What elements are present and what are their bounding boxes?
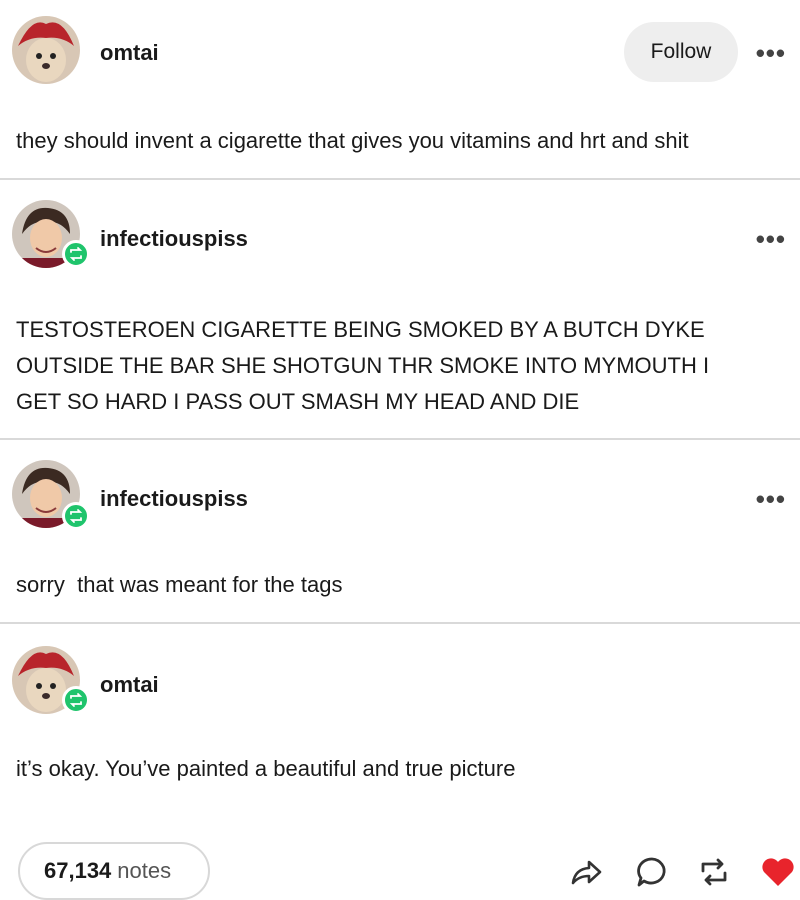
post-text: TESTOSTEROEN CIGARETTE BEING SMOKED BY A… [16,312,709,420]
reblog-badge-icon [62,240,90,268]
post-text-line: TESTOSTEROEN CIGARETTE BEING SMOKED BY A… [16,317,705,342]
username[interactable]: omtai [100,40,159,66]
username[interactable]: infectiouspiss [100,226,248,252]
post-text: it’s okay. You’ve painted a beautiful an… [16,756,516,781]
post-text-line: GET SO HARD I PASS OUT SMASH MY HEAD AND… [16,389,580,414]
more-options-icon[interactable]: ••• [756,486,786,512]
dog-avatar-icon[interactable] [12,16,80,84]
like-heart-icon[interactable] [758,852,798,892]
more-options-icon[interactable]: ••• [756,40,786,66]
notes-count: 67,134 [44,858,112,883]
reblog-badge-icon [62,686,90,714]
post-text-line: OUTSIDE THE BAR SHE SHOTGUN THR SMOKE IN… [16,353,710,378]
follow-button[interactable]: Follow [624,22,738,82]
notes-count-button[interactable]: 67,134 notes [18,842,210,900]
post-text: sorry that was meant for the tags [16,572,343,597]
username[interactable]: infectiouspiss [100,486,248,512]
post-divider [0,438,800,440]
more-options-icon[interactable]: ••• [756,226,786,252]
reblog-badge-icon [62,502,90,530]
reblog-icon[interactable] [694,852,734,892]
post-text: they should invent a cigarette that give… [16,128,689,153]
comment-icon[interactable] [632,852,672,892]
username[interactable]: omtai [100,672,159,698]
post-divider [0,622,800,624]
share-icon[interactable] [566,852,606,892]
post-divider [0,178,800,180]
notes-label: notes [117,858,172,883]
